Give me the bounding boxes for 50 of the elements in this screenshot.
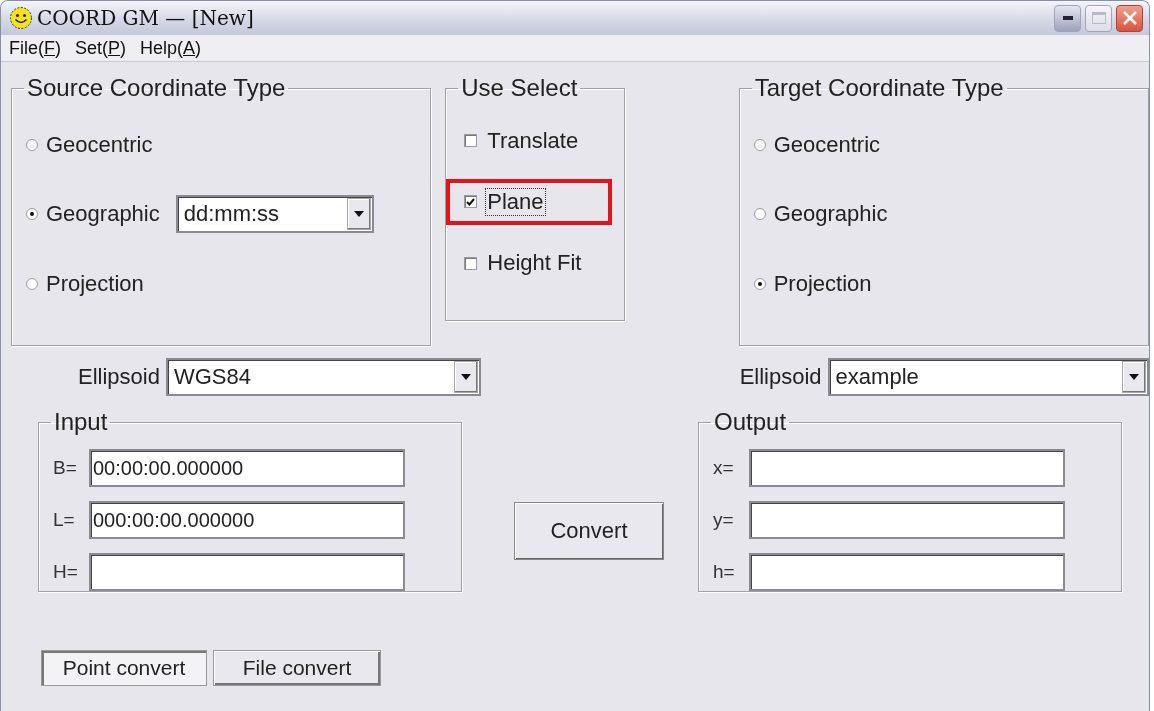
close-icon (1122, 11, 1137, 25)
checkbox[interactable] (464, 256, 478, 270)
input-field[interactable] (749, 449, 1065, 487)
ellipsoid-dropdown[interactable]: example (827, 358, 1149, 396)
input-field[interactable]: 000:00:00.000000 (89, 501, 405, 539)
group-title: Input (53, 408, 109, 436)
window-title: COORD GM — [New] (37, 6, 255, 30)
dropdown-arrow-icon (353, 211, 364, 218)
dropdown-arrow-icon (461, 374, 472, 380)
minimize-icon (1062, 16, 1073, 20)
format-dropdown[interactable]: dd:mm:ss (175, 195, 374, 234)
field-label: h= (713, 561, 736, 583)
radio-option[interactable]: Projection (753, 271, 872, 298)
radio-option[interactable]: Geocentric (26, 131, 153, 158)
radio-option[interactable]: Geographic (26, 201, 160, 228)
field-label: x= (713, 457, 735, 479)
menu-item[interactable]: Help(A) (140, 37, 202, 59)
input-field[interactable] (749, 501, 1065, 539)
group-title: Output (713, 408, 788, 436)
field-label: L= (53, 509, 76, 531)
ellipsoid-label: Ellipsoid (78, 364, 160, 390)
group-title: Target Coordinate Type (753, 74, 1005, 102)
maximize-icon (1091, 12, 1106, 24)
radio-option[interactable]: Projection (26, 271, 144, 298)
menu-item[interactable]: Set(P) (75, 37, 127, 59)
input-field[interactable] (89, 553, 405, 591)
menu-item[interactable]: File(F) (9, 37, 61, 59)
checkbox-label[interactable]: Plane (485, 188, 546, 216)
smiley-icon (9, 6, 33, 30)
checkbox-label[interactable]: Translate (485, 126, 581, 155)
checkbox[interactable] (464, 195, 478, 209)
input-field[interactable]: 00:00:00.000000 (89, 449, 405, 487)
dropdown-arrow-icon (1129, 374, 1139, 380)
minimize-button[interactable] (1054, 4, 1081, 32)
radio-option[interactable]: Geographic (753, 201, 888, 228)
ellipsoid-label: Ellipsoid (739, 364, 822, 390)
checkbox[interactable] (464, 134, 478, 148)
checkbox-label[interactable]: Height Fit (485, 249, 584, 278)
field-label: B= (53, 457, 78, 479)
convert-button[interactable]: Convert (514, 502, 664, 560)
field-label: y= (713, 509, 735, 531)
radio-option[interactable]: Geocentric (753, 131, 881, 158)
input-field[interactable] (749, 553, 1065, 591)
mode-tab[interactable]: File convert (213, 650, 381, 686)
mode-tab[interactable]: Point convert (41, 650, 207, 686)
ellipsoid-dropdown[interactable]: WGS84 (165, 358, 482, 396)
field-label: H= (53, 561, 79, 583)
group-title: Use Select (460, 74, 579, 102)
close-button[interactable] (1116, 4, 1143, 32)
group-title: Source Coordinate Type (26, 74, 287, 102)
